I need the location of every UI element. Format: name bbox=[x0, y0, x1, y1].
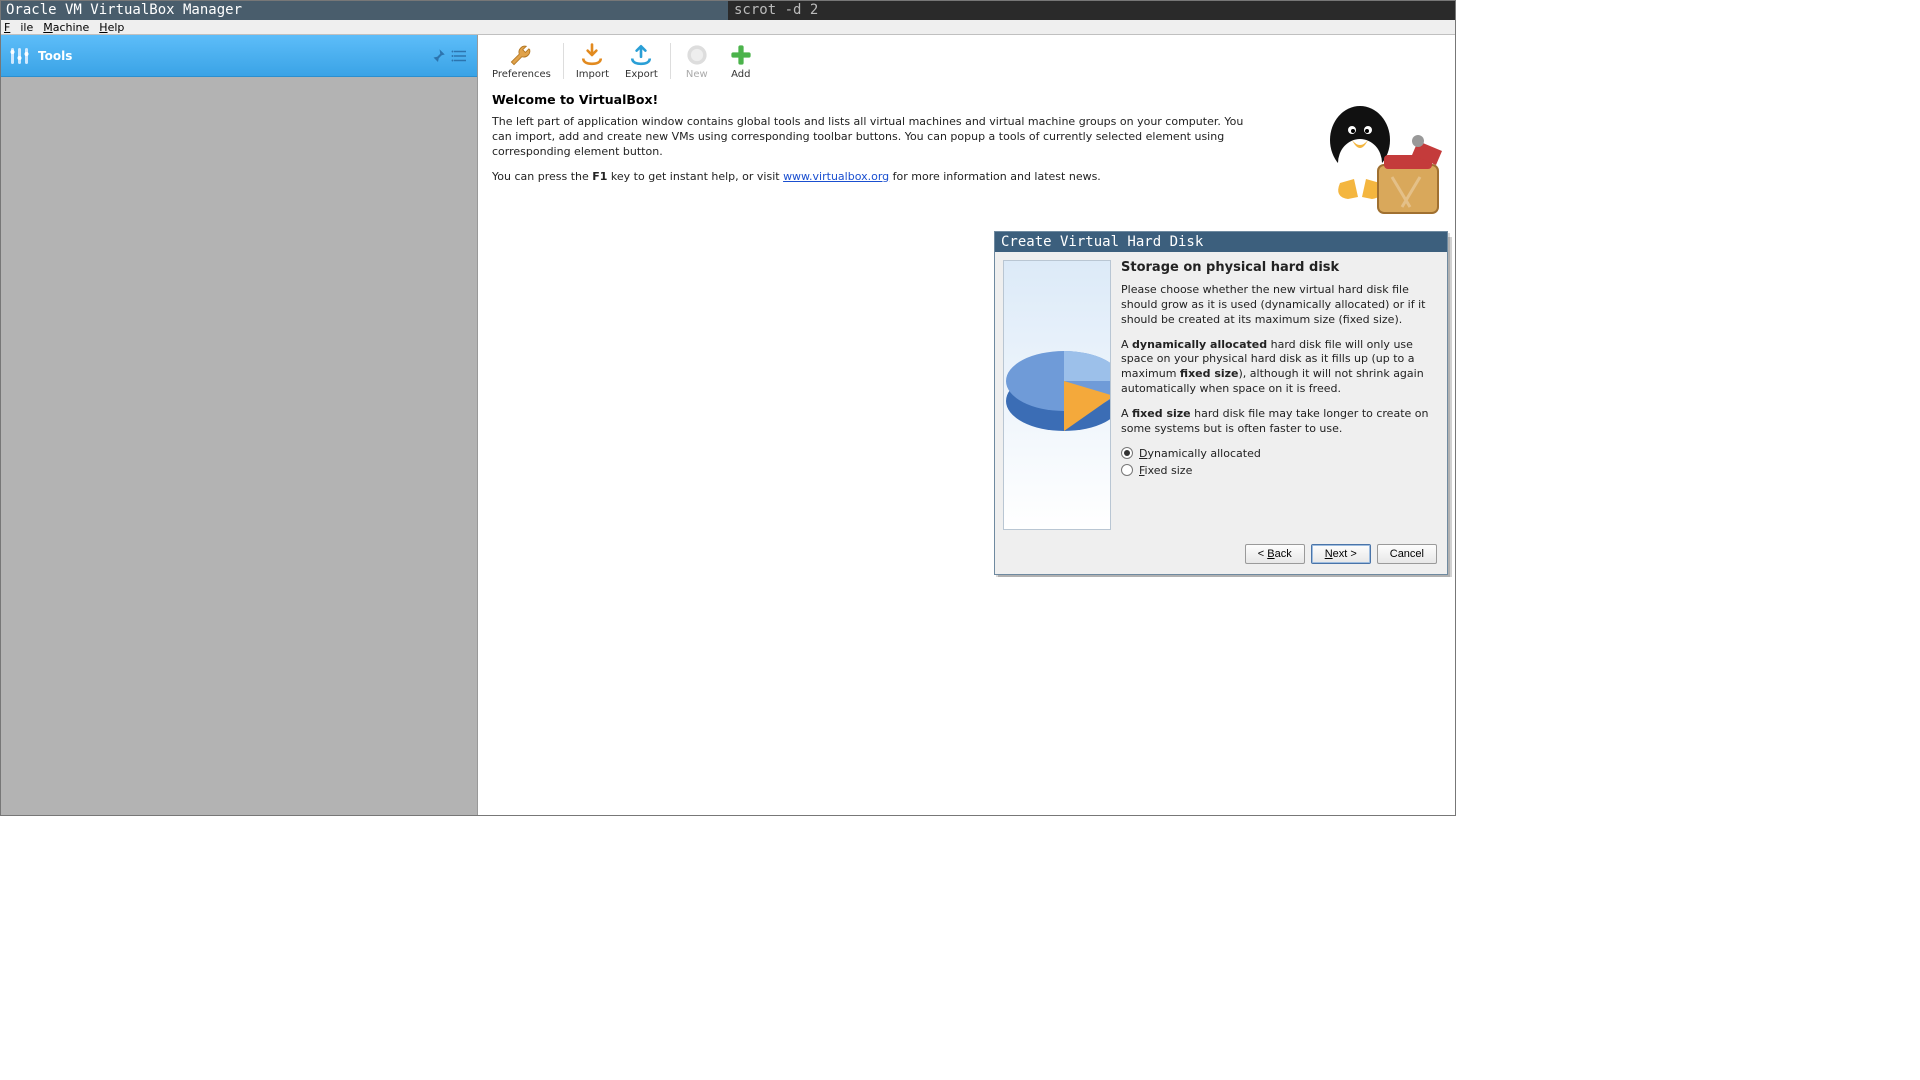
import-button[interactable]: Import bbox=[568, 39, 617, 82]
menu-machine[interactable]: Machine bbox=[43, 21, 89, 34]
sidebar-item-tools[interactable]: Tools bbox=[0, 35, 477, 77]
dialog-heading: Storage on physical hard disk bbox=[1121, 260, 1439, 275]
radio-icon bbox=[1121, 447, 1133, 459]
toolbar: Preferences Import Export New Add bbox=[478, 35, 1456, 84]
toolbar-label: New bbox=[686, 69, 708, 80]
export-button[interactable]: Export bbox=[617, 39, 666, 82]
menu-help[interactable]: Help bbox=[99, 21, 124, 34]
next-button[interactable]: Next > bbox=[1311, 544, 1371, 564]
wizard-image bbox=[1003, 260, 1111, 530]
back-button[interactable]: < Back bbox=[1245, 544, 1305, 564]
toolbar-label: Add bbox=[731, 69, 750, 80]
secondary-title: scrot -d 2 bbox=[728, 0, 1456, 20]
add-button[interactable]: Add bbox=[719, 39, 763, 82]
radio-icon bbox=[1121, 464, 1133, 476]
menubar: File Machine Help bbox=[0, 20, 1456, 35]
export-icon bbox=[627, 41, 655, 69]
toolbar-label: Preferences bbox=[492, 69, 551, 80]
welcome-text-1: The left part of application window cont… bbox=[492, 115, 1264, 160]
dialog-para-3: A fixed size hard disk file may take lon… bbox=[1121, 407, 1439, 437]
welcome-panel: Welcome to VirtualBox! The left part of … bbox=[478, 84, 1278, 184]
dialog-title: Create Virtual Hard Disk bbox=[995, 232, 1447, 252]
radio-dynamic[interactable]: Dynamically allocated bbox=[1121, 447, 1439, 460]
dialog-para-2: A dynamically allocated hard disk file w… bbox=[1121, 338, 1439, 397]
dialog-para-1: Please choose whether the new virtual ha… bbox=[1121, 283, 1439, 328]
tux-toolbox-icon bbox=[1300, 85, 1450, 235]
toolbar-label: Import bbox=[576, 69, 609, 80]
pin-icon[interactable] bbox=[429, 47, 447, 65]
import-icon bbox=[578, 41, 606, 69]
radio-fixed[interactable]: Fixed size bbox=[1121, 464, 1439, 477]
preferences-button[interactable]: Preferences bbox=[484, 39, 559, 82]
virtualbox-link[interactable]: www.virtualbox.org bbox=[783, 170, 889, 183]
welcome-heading: Welcome to VirtualBox! bbox=[492, 92, 1264, 107]
create-disk-dialog: Create Virtual Hard Disk Storage on phys… bbox=[994, 231, 1448, 575]
sidebar: Tools bbox=[0, 35, 478, 816]
wrench-icon bbox=[507, 41, 535, 69]
welcome-text-2: You can press the F1 key to get instant … bbox=[492, 170, 1264, 185]
window-title: Oracle VM VirtualBox Manager bbox=[0, 0, 728, 20]
cancel-button[interactable]: Cancel bbox=[1377, 544, 1437, 564]
new-button: New bbox=[675, 39, 719, 82]
toolbar-label: Export bbox=[625, 69, 658, 80]
list-icon[interactable] bbox=[451, 47, 469, 65]
plus-icon bbox=[727, 41, 755, 69]
sidebar-item-label: Tools bbox=[38, 49, 72, 63]
menu-file[interactable]: File bbox=[4, 21, 33, 34]
tools-icon bbox=[8, 44, 32, 68]
new-icon bbox=[683, 41, 711, 69]
